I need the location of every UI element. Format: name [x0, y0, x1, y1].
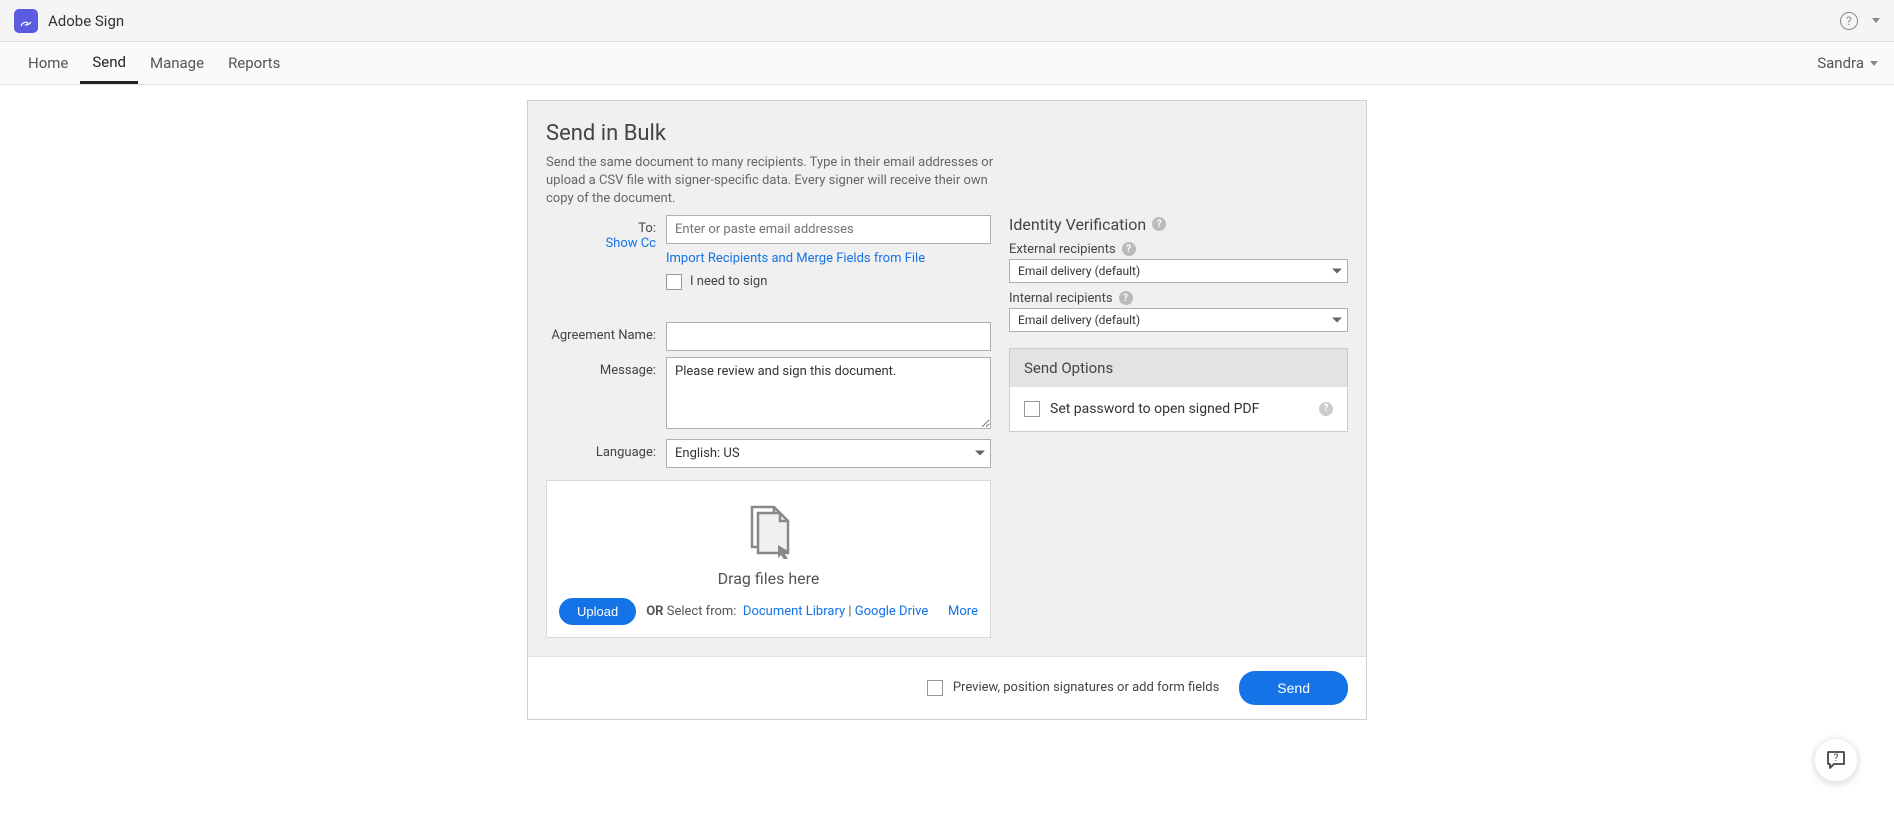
page-description: Send the same document to many recipient…	[546, 154, 996, 209]
nav-home[interactable]: Home	[16, 42, 80, 84]
agreement-name-label: Agreement Name:	[546, 322, 666, 351]
drag-files-label: Drag files here	[559, 569, 978, 588]
identity-help-icon[interactable]: ?	[1152, 217, 1166, 231]
user-dropdown-caret-icon	[1870, 61, 1878, 66]
adobe-sign-icon	[14, 9, 38, 33]
file-dropzone[interactable]: Drag files here Upload OR Select from: D…	[546, 480, 991, 638]
preview-label: Preview, position signatures or add form…	[953, 680, 1219, 695]
preview-checkbox[interactable]	[927, 680, 943, 696]
files-icon	[740, 501, 798, 559]
svg-text:?: ?	[1834, 753, 1839, 764]
app-title: Adobe Sign	[48, 12, 124, 30]
upload-button[interactable]: Upload	[559, 598, 636, 625]
help-icon[interactable]: ?	[1840, 12, 1858, 30]
need-sign-checkbox[interactable]	[666, 274, 682, 290]
google-drive-link[interactable]: Google Drive	[855, 604, 928, 619]
agreement-name-input[interactable]	[666, 322, 991, 351]
floating-help-button[interactable]: ?	[1814, 738, 1858, 782]
identity-verification-title: Identity Verification	[1009, 215, 1146, 234]
nav-manage[interactable]: Manage	[138, 42, 216, 84]
nav-bar: Home Send Manage Reports Sandra	[0, 42, 1894, 85]
password-label: Set password to open signed PDF	[1050, 401, 1259, 417]
external-recipients-select[interactable]	[1009, 259, 1348, 283]
need-sign-label: I need to sign	[690, 274, 767, 289]
internal-help-icon[interactable]: ?	[1119, 291, 1133, 305]
top-bar: Adobe Sign ?	[0, 0, 1894, 42]
user-menu[interactable]: Sandra	[1817, 42, 1878, 84]
send-options-box: Send Options Set password to open signed…	[1009, 348, 1348, 432]
to-input[interactable]	[666, 215, 991, 244]
external-recipients-label: External recipients	[1009, 242, 1116, 257]
password-help-icon[interactable]: ?	[1319, 402, 1333, 416]
import-recipients-link[interactable]: Import Recipients and Merge Fields from …	[666, 251, 925, 266]
user-name: Sandra	[1817, 54, 1864, 72]
nav-reports[interactable]: Reports	[216, 42, 292, 84]
document-library-link[interactable]: Document Library	[743, 604, 845, 619]
or-label: OR	[646, 604, 663, 619]
select-from-label: Select from:	[667, 604, 737, 619]
show-cc-link[interactable]: Show Cc	[605, 233, 656, 251]
help-dropdown-caret-icon[interactable]	[1872, 18, 1880, 23]
password-checkbox[interactable]	[1024, 401, 1040, 417]
nav-send[interactable]: Send	[80, 42, 138, 84]
send-panel: Send in Bulk Send the same document to m…	[527, 100, 1367, 720]
language-label: Language:	[546, 439, 666, 468]
send-options-title: Send Options	[1010, 349, 1347, 387]
page-title: Send in Bulk	[546, 121, 1348, 146]
external-help-icon[interactable]: ?	[1122, 242, 1136, 256]
message-label: Message:	[546, 357, 666, 433]
message-input[interactable]	[666, 357, 991, 429]
chat-help-icon: ?	[1824, 748, 1848, 772]
send-button[interactable]: Send	[1239, 671, 1348, 705]
internal-recipients-label: Internal recipients	[1009, 291, 1113, 306]
language-select[interactable]	[666, 439, 991, 468]
internal-recipients-select[interactable]	[1009, 308, 1348, 332]
more-link[interactable]: More	[948, 604, 978, 619]
